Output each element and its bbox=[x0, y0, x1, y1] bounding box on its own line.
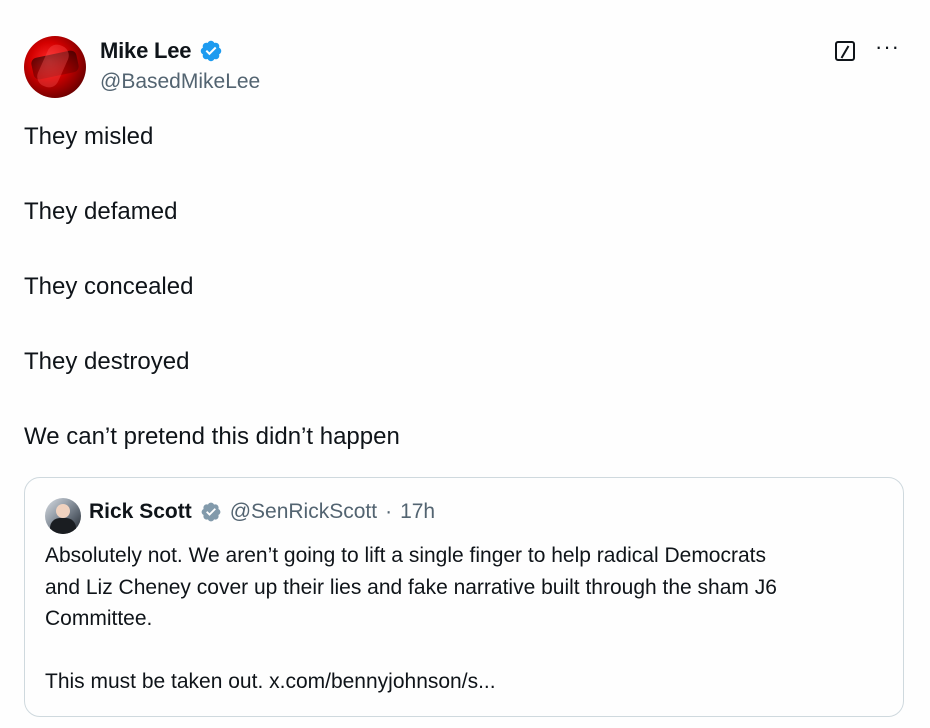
tweet-line-1: They misled bbox=[24, 123, 154, 150]
grok-icon[interactable] bbox=[835, 41, 856, 61]
more-icon[interactable]: ··· bbox=[875, 36, 900, 58]
author-avatar[interactable] bbox=[24, 36, 86, 98]
author-handle[interactable]: @BasedMikeLee bbox=[100, 70, 260, 94]
dot-separator: · bbox=[385, 500, 393, 523]
tweet-line-2: They defamed bbox=[24, 198, 178, 225]
top-actions: ··· bbox=[835, 36, 900, 62]
quoted-author-name[interactable]: Rick Scott bbox=[89, 500, 192, 524]
tweet-line-4: They destroyed bbox=[24, 348, 190, 375]
quoted-tweet-text: Absolutely not. We aren’t going to lift … bbox=[45, 540, 885, 697]
quoted-text-line-2: and Liz Cheney cover up their lies and f… bbox=[45, 575, 777, 599]
quoted-author-avatar[interactable] bbox=[45, 498, 81, 534]
author-name[interactable]: Mike Lee bbox=[100, 38, 223, 64]
quoted-tweet-timestamp[interactable]: 17h bbox=[400, 500, 435, 524]
quoted-tweet-header: Rick Scott @SenRickScott · 17h bbox=[89, 500, 435, 524]
government-verified-badge-icon bbox=[201, 502, 221, 522]
tweet-line-3: They concealed bbox=[24, 273, 194, 300]
quoted-text-line-1: Absolutely not. We aren’t going to lift … bbox=[45, 544, 766, 567]
author-name-text[interactable]: Mike Lee bbox=[100, 38, 192, 64]
tweet-line-5: We can’t pretend this didn’t happen bbox=[24, 423, 400, 450]
quoted-author-handle[interactable]: @SenRickScott bbox=[230, 500, 377, 524]
quoted-tweet-card[interactable]: Rick Scott @SenRickScott · 17h Absolutel… bbox=[24, 477, 904, 717]
quoted-text-line-4: This must be taken out. x.com/bennyjohns… bbox=[45, 669, 496, 693]
verified-badge-icon bbox=[201, 40, 222, 62]
quoted-text-line-3: Committee. bbox=[45, 607, 153, 630]
